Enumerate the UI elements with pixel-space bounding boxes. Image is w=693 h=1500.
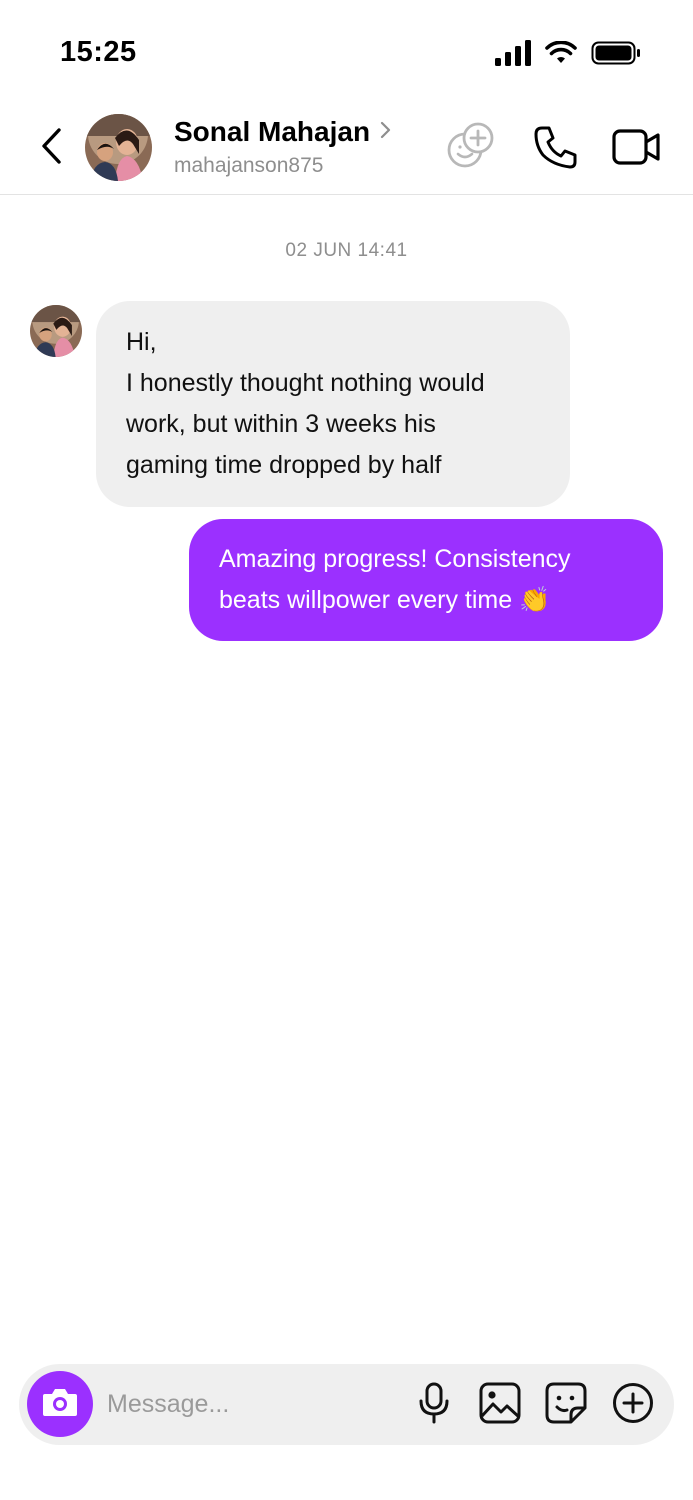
message-composer [19,1364,674,1445]
back-button[interactable] [30,126,74,170]
camera-icon [41,1386,79,1423]
wifi-icon [545,40,577,70]
message-line: I honestly thought nothing would [126,369,485,397]
video-camera-icon [612,127,662,172]
battery-icon [591,41,641,70]
gallery-icon [479,1382,521,1429]
sender-avatar[interactable] [30,305,82,357]
video-call-button[interactable] [612,124,662,174]
plus-circle-icon [612,1382,654,1429]
message-text: Amazing progress! Consistency beats will… [219,545,571,614]
message-line: work, but within 3 weeks his [126,410,436,438]
gallery-button[interactable] [477,1382,523,1428]
sticker-icon [545,1382,587,1429]
camera-button[interactable] [27,1371,93,1437]
incoming-message-bubble[interactable]: Hi, I honestly thought nothing would wor… [96,301,570,507]
voice-call-button[interactable] [531,124,581,174]
conversation-timestamp: 02 JUN 14:41 [285,240,408,261]
message-line: gaming time dropped by half [126,451,442,479]
chat-header: Sonal Mahajan mahajanson875 [0,100,693,195]
contact-name[interactable]: Sonal Mahajan [174,116,370,148]
contact-username: mahajanson875 [174,154,324,177]
sticker-button[interactable] [543,1382,589,1428]
status-bar: 15:25 [0,0,693,100]
chevron-right-icon [380,120,392,145]
status-icons [495,40,641,71]
message-input[interactable] [107,1384,397,1424]
outgoing-message-bubble[interactable]: Amazing progress! Consistency beats will… [189,519,663,641]
message-line: Hi, [126,328,157,356]
signal-icon [495,40,531,71]
contact-name-group[interactable]: Sonal Mahajan [174,116,392,148]
microphone-icon [417,1382,451,1429]
more-options-button[interactable] [610,1382,656,1428]
add-reaction-icon [445,120,497,177]
add-reaction-button[interactable] [446,122,496,173]
voice-message-button[interactable] [411,1382,457,1428]
back-arrow-icon [39,127,65,170]
phone-icon [533,124,579,175]
status-time: 15:25 [60,36,137,68]
avatar[interactable] [85,114,152,181]
